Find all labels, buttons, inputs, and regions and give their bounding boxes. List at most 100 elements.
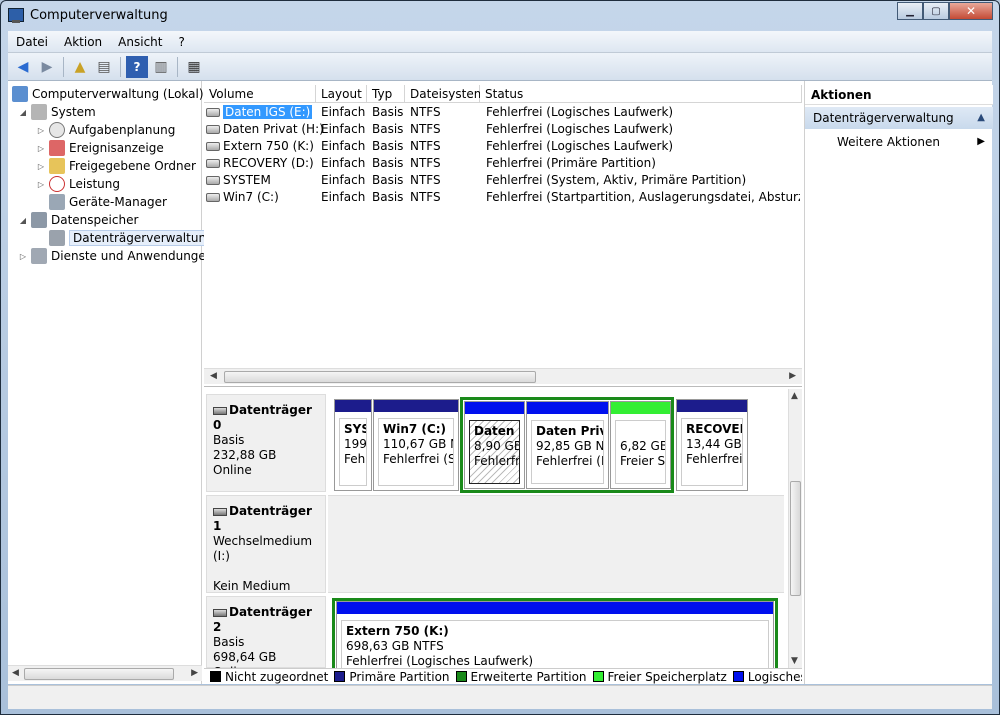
tree-horizontal-scrollbar[interactable]: ◀ ▶ [8,665,202,681]
table-row[interactable]: SYSTEM Einfach Basis NTFS Fehlerfrei (Sy… [204,172,802,189]
more-actions-item[interactable]: Weitere Aktionen ▶ [837,133,987,151]
toolbar-divider [177,56,178,77]
disk-2-label[interactable]: Datenträger 2 Basis 698,64 GB Online [206,596,326,679]
tree-item-label: Ereignisanzeige [69,141,164,155]
scroll-down-icon[interactable]: ▼ [791,656,798,666]
expanded-arrow-icon[interactable]: ◢ [18,216,28,225]
menu-ansicht[interactable]: Ansicht [110,35,170,49]
tree-item-label: Freigegebene Ordner [69,159,196,173]
disk-1-label[interactable]: Datenträger 1 Wechselmedium (I:) Kein Me… [206,495,326,593]
primary-partition-bar [374,400,458,412]
collapsed-arrow-icon[interactable]: ▷ [36,126,46,135]
disk-view-vertical-scrollbar[interactable]: ▲ ▼ [788,389,802,668]
status-bar [8,685,992,709]
partition-info: Daten IG8,90 GB NFehlerfre [469,420,520,484]
partition-recovery[interactable]: RECOVERY13,44 GB NFehlerfrei ( [676,399,748,491]
collapsed-arrow-icon[interactable]: ▷ [36,180,46,189]
collapse-arrow-icon[interactable]: ▲ [977,107,985,129]
tree-item-label: Dienste und Anwendungen [51,249,214,263]
forward-arrow-icon[interactable]: ▶ [36,56,58,78]
partition-info: RECOVERY13,44 GB NFehlerfrei ( [681,418,743,486]
partition-extern-750[interactable]: Extern 750 (K:) 698,63 GB NTFS Fehlerfrei … [336,601,774,668]
minimize-button[interactable]: ▁ [897,2,923,20]
collapsed-arrow-icon[interactable]: ▷ [36,144,46,153]
tree-item-root[interactable]: Computerverwaltung (Lokal) [12,85,204,103]
list-horizontal-scrollbar[interactable]: ◀ ▶ [204,368,802,384]
tree-item-device-manager[interactable]: Geräte-Manager [49,193,167,211]
scroll-left-icon[interactable]: ◀ [210,371,217,381]
logical-drive-bar [465,402,524,414]
tree-item-storage[interactable]: ◢ Datenspeicher [18,211,138,229]
partition-name: Daten Privat [536,424,603,438]
title-bar[interactable]: Computerverwaltung ▁ ▢ ✕ [1,1,999,31]
expanded-arrow-icon[interactable]: ◢ [18,108,28,117]
tree-item-performance[interactable]: ▷ Leistung [36,175,120,193]
menu-help[interactable]: ? [170,35,192,49]
scroll-right-icon[interactable]: ▶ [789,371,796,381]
menu-aktion[interactable]: Aktion [56,35,110,49]
column-header-type[interactable]: Typ [367,85,405,103]
show-hide-action-pane-icon[interactable]: ▥ [150,56,172,78]
partition-system[interactable]: SYST199 IFehl [334,399,372,491]
computer-icon [12,86,28,102]
scroll-right-icon[interactable]: ▶ [191,668,198,678]
legend-swatch-primary [334,671,346,682]
toolbar-divider [63,56,64,77]
primary-partition-bar [677,400,747,412]
scroll-thumb[interactable] [224,371,536,383]
properties-icon[interactable]: ▦ [183,56,205,78]
filesystem-cell: NTFS [410,105,441,119]
toolbar: ◀ ▶ ▲ ▤ ? ▥ ▦ [8,53,992,81]
tree-item-disk-management[interactable]: Datenträgerverwaltung [49,229,218,247]
collapsed-arrow-icon[interactable]: ▷ [18,252,28,261]
storage-icon [31,212,47,228]
tree-item-services[interactable]: ▷ Dienste und Anwendungen [18,247,213,265]
partition-free-space[interactable]: 6,82 GBFreier Sp [610,401,671,489]
scroll-up-icon[interactable]: ▲ [791,391,798,401]
partition-status: Fehlerfre [474,454,520,468]
maximize-button[interactable]: ▢ [923,2,949,20]
column-header-layout[interactable]: Layout [316,85,367,103]
partition-info: Win7 (C:)110,67 GB NTFehlerfrei (Sta [378,418,454,486]
table-row[interactable]: Win7 (C:) Einfach Basis NTFS Fehlerfrei … [204,189,802,206]
partition-daten-igs[interactable]: Daten IG8,90 GB NFehlerfre [464,401,525,489]
tree-item-system[interactable]: ◢ System [18,103,96,121]
scroll-left-icon[interactable]: ◀ [12,668,19,678]
close-button[interactable]: ✕ [949,2,993,20]
disk-type: Basis [213,635,245,649]
disk-graphical-view: Datenträger 0 Basis 232,88 GB Online SYS… [204,389,802,684]
disk-0-label[interactable]: Datenträger 0 Basis 232,88 GB Online [206,394,326,492]
column-header-volume[interactable]: Volume [204,85,316,103]
up-folder-icon[interactable]: ▲ [69,56,91,78]
tree-item-task-scheduler[interactable]: ▷ Aufgabenplanung [36,121,175,139]
window-controls: ▁ ▢ ✕ [897,2,993,20]
partition-name: Daten IG [474,424,519,438]
tree-item-event-viewer[interactable]: ▷ Ereignisanzeige [36,139,164,157]
legend-label: Primäre Partition [349,669,450,684]
status-cell: Fehlerfrei (Primäre Partition) [486,156,656,170]
collapsed-arrow-icon[interactable]: ▷ [36,162,46,171]
table-row[interactable]: Daten Privat (H:) Einfach Basis NTFS Feh… [204,121,802,138]
tree-item-label: Leistung [69,177,120,191]
table-row[interactable]: RECOVERY (D:) Einfach Basis NTFS Fehlerf… [204,155,802,172]
layout-cell: Einfach [321,156,366,170]
scroll-thumb[interactable] [790,481,801,596]
table-row[interactable]: Extern 750 (K:) Einfach Basis NTFS Fehle… [204,138,802,155]
services-icon [31,248,47,264]
actions-section-disk-management[interactable]: Datenträgerverwaltung ▲ [805,107,993,129]
status-cell: Fehlerfrei (Logisches Laufwerk) [486,139,674,153]
partition-daten-privat[interactable]: Daten Privat92,85 GB NTFFehlerfrei (Lo [526,401,609,489]
column-header-status[interactable]: Status [480,85,802,103]
table-row[interactable]: Daten IGS (E:) Einfach Basis NTFS Fehler… [204,104,802,121]
partition-status: Fehl [344,452,367,466]
partition-win7[interactable]: Win7 (C:)110,67 GB NTFehlerfrei (Sta [373,399,459,491]
partition-status: Fehlerfrei (Sta [383,452,453,466]
legend-swatch-logical [732,671,744,682]
column-header-filesystem[interactable]: Dateisystem [405,85,485,103]
show-hide-tree-icon[interactable]: ▤ [93,56,115,78]
help-icon[interactable]: ? [126,55,148,78]
scroll-thumb[interactable] [24,668,174,680]
menu-datei[interactable]: Datei [8,35,56,49]
tree-item-shared-folders[interactable]: ▷ Freigegebene Ordner [36,157,196,175]
back-arrow-icon[interactable]: ◀ [12,56,34,78]
